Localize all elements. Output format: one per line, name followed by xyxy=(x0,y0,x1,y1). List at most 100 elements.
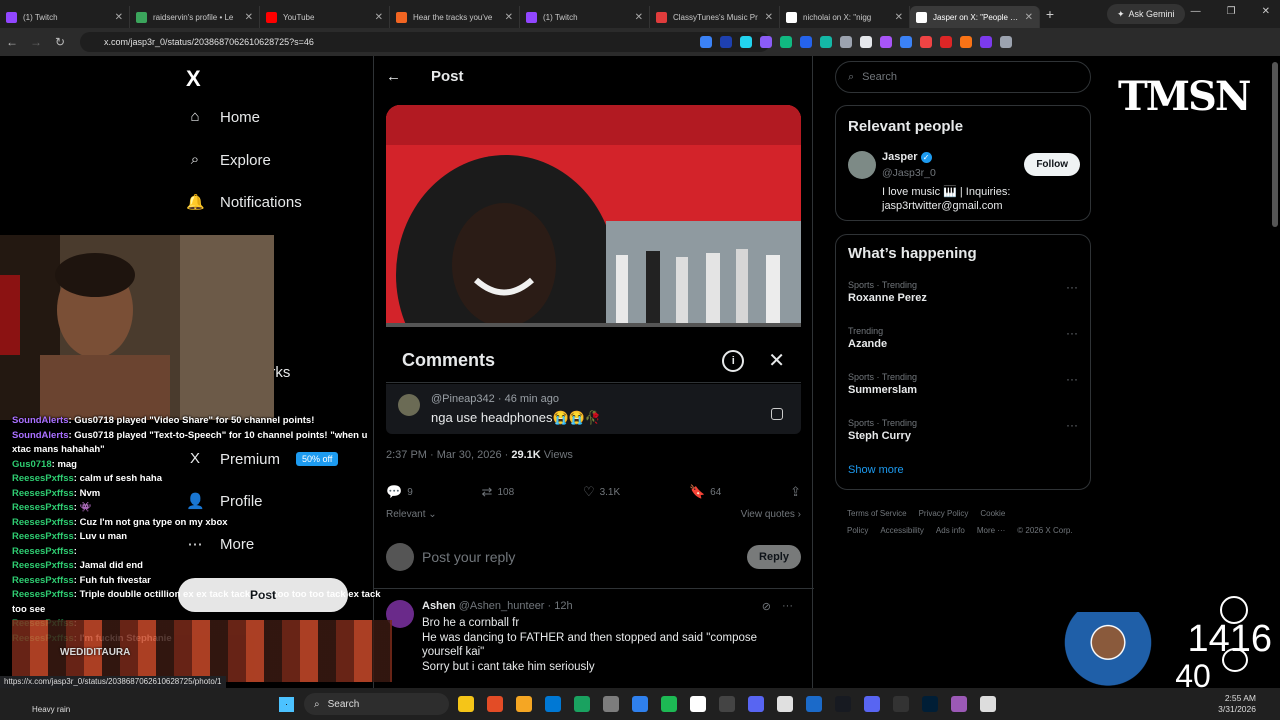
close-comments-icon[interactable]: ✕ xyxy=(768,348,785,373)
extension-icon[interactable] xyxy=(800,36,812,48)
taskbar-app-icon[interactable] xyxy=(516,696,532,712)
extension-icon[interactable] xyxy=(960,36,972,48)
extension-icon[interactable] xyxy=(940,36,952,48)
nav-item-notifications[interactable]: 🔔 Notifications xyxy=(186,193,302,212)
extension-icon[interactable] xyxy=(780,36,792,48)
scrollbar[interactable] xyxy=(1272,62,1278,227)
x-logo[interactable]: X xyxy=(186,66,201,92)
reply-action[interactable]: 💬 9 xyxy=(386,484,413,500)
search-input[interactable]: ⌕ Search xyxy=(835,61,1091,93)
extension-icon[interactable] xyxy=(920,36,932,48)
repost-action[interactable]: ⇄ 108 xyxy=(482,484,515,500)
extension-icon[interactable] xyxy=(900,36,912,48)
taskbar-app-icon[interactable] xyxy=(835,696,851,712)
chat-username[interactable]: SoundAlerts xyxy=(12,415,68,426)
back-icon[interactable]: ← xyxy=(0,35,24,49)
person-bio-line2[interactable]: jasp3rtwitter@gmail.com xyxy=(882,200,1003,212)
chat-username[interactable]: ReesesPxffss xyxy=(12,488,74,499)
extension-icon[interactable] xyxy=(860,36,872,48)
footer-link[interactable]: Accessibility xyxy=(880,526,924,535)
nav-item-explore[interactable]: ⌕ Explore xyxy=(186,151,271,169)
chat-username[interactable]: ReesesPxffss xyxy=(12,589,74,600)
trend-more-icon[interactable]: ··· xyxy=(1066,280,1078,294)
browser-tab[interactable]: raidservin's profile • Le ✕ xyxy=(130,6,260,28)
taskbar-app-icon[interactable] xyxy=(777,696,793,712)
reply-input[interactable]: Post your reply xyxy=(422,549,739,565)
nav-item-home[interactable]: ⌂ Home xyxy=(186,108,260,126)
person-name[interactable]: Jasper xyxy=(882,151,917,163)
taskbar-app-icon[interactable] xyxy=(980,696,996,712)
info-icon[interactable]: i xyxy=(722,349,745,372)
new-tab-button[interactable]: + xyxy=(1040,6,1060,22)
footer-link[interactable]: More ··· xyxy=(977,526,1005,535)
chat-username[interactable]: ReesesPxffss xyxy=(12,575,74,586)
grok-icon[interactable]: ⊘ xyxy=(762,600,771,613)
trend-item[interactable]: Sports · Trending Steph Curry ··· xyxy=(848,418,1078,442)
close-tab-icon[interactable]: ✕ xyxy=(895,12,903,23)
taskbar-app-icon[interactable] xyxy=(748,696,764,712)
comment-options-icon[interactable] xyxy=(771,408,783,420)
extension-icon[interactable] xyxy=(980,36,992,48)
extension-icon[interactable] xyxy=(740,36,752,48)
close-tab-icon[interactable]: ✕ xyxy=(245,12,253,23)
browser-tab[interactable]: (1) Twitch ✕ xyxy=(520,6,650,28)
minimize-icon[interactable]: — xyxy=(1191,6,1201,17)
jasper-avatar[interactable] xyxy=(848,151,876,179)
trend-item[interactable]: Sports · Trending Summerslam ··· xyxy=(848,372,1078,396)
maximize-icon[interactable]: ❐ xyxy=(1227,6,1236,17)
browser-tab[interactable]: Hear the tracks you've ✕ xyxy=(390,6,520,28)
extension-icon[interactable] xyxy=(720,36,732,48)
close-tab-icon[interactable]: ✕ xyxy=(115,12,123,23)
chat-username[interactable]: ReesesPxffss xyxy=(12,560,74,571)
post-timestamp[interactable]: 2:37 PM · Mar 30, 2026 · xyxy=(386,449,508,461)
taskbar-app-icon[interactable] xyxy=(864,696,880,712)
extension-icon[interactable] xyxy=(700,36,712,48)
taskbar-app-icon[interactable] xyxy=(603,696,619,712)
footer-link[interactable]: Terms of Service xyxy=(847,509,907,518)
browser-tab[interactable]: nicholai on X: "nigg ✕ xyxy=(780,6,910,28)
chat-username[interactable]: ReesesPxffss xyxy=(12,546,74,557)
taskbar-app-icon[interactable] xyxy=(719,696,735,712)
close-tab-icon[interactable]: ✕ xyxy=(375,12,383,23)
trend-item[interactable]: Trending Azande ··· xyxy=(848,326,1078,350)
close-tab-icon[interactable]: ✕ xyxy=(635,12,643,23)
chat-username[interactable]: ReesesPxffss xyxy=(12,502,74,513)
taskbar-app-icon[interactable] xyxy=(487,696,503,712)
share-action[interactable]: ⇪ xyxy=(790,484,801,500)
reply-author-handle[interactable]: @Ashen_hunteer xyxy=(459,600,545,612)
taskbar-app-icon[interactable] xyxy=(661,696,677,712)
comment-handle[interactable]: @Pineap342 xyxy=(431,393,495,405)
chat-username[interactable]: SoundAlerts xyxy=(12,430,68,441)
follow-button[interactable]: Follow xyxy=(1024,153,1080,176)
like-action[interactable]: ♡ 3.1K xyxy=(583,484,620,500)
chat-username[interactable]: ReesesPxffss xyxy=(12,473,74,484)
system-clock[interactable]: 2:55 AM 3/31/2026 xyxy=(1218,693,1256,715)
taskbar-app-icon[interactable] xyxy=(545,696,561,712)
person-handle[interactable]: @Jasp3r_0 xyxy=(882,167,936,179)
forward-icon[interactable]: → xyxy=(24,35,48,49)
address-bar[interactable]: x.com/jasp3r_0/status/203868706261062872… xyxy=(80,32,770,52)
close-tab-icon[interactable]: ✕ xyxy=(1025,12,1033,23)
chat-username[interactable]: Gus0718 xyxy=(12,459,52,470)
chat-username[interactable]: ReesesPxffss xyxy=(12,517,74,528)
post-video[interactable] xyxy=(386,105,801,327)
footer-link[interactable]: Privacy Policy xyxy=(919,509,969,518)
taskbar-app-icon[interactable] xyxy=(632,696,648,712)
taskbar-app-icon[interactable] xyxy=(951,696,967,712)
taskbar-app-icon[interactable] xyxy=(690,696,706,712)
taskbar-search[interactable]: ⌕ Search xyxy=(304,693,449,715)
reply-more-icon[interactable]: ··· xyxy=(782,600,793,612)
taskbar-app-icon[interactable] xyxy=(893,696,909,712)
browser-tab[interactable]: (1) Twitch ✕ xyxy=(0,6,130,28)
relevant-dropdown[interactable]: Relevant ⌄ xyxy=(386,509,437,520)
trend-item[interactable]: Sports · Trending Roxanne Perez ··· xyxy=(848,280,1078,304)
taskbar-app-icon[interactable] xyxy=(458,696,474,712)
footer-link[interactable]: © 2026 X Corp. xyxy=(1017,526,1072,535)
extension-icon[interactable] xyxy=(840,36,852,48)
commenter-avatar[interactable] xyxy=(398,394,420,416)
trend-more-icon[interactable]: ··· xyxy=(1066,326,1078,340)
browser-tab[interactable]: Jasper on X: "People ha ✕ xyxy=(910,6,1040,28)
post-tooltip-label[interactable]: Post xyxy=(250,588,276,602)
extension-icon[interactable] xyxy=(880,36,892,48)
extension-icon[interactable] xyxy=(760,36,772,48)
